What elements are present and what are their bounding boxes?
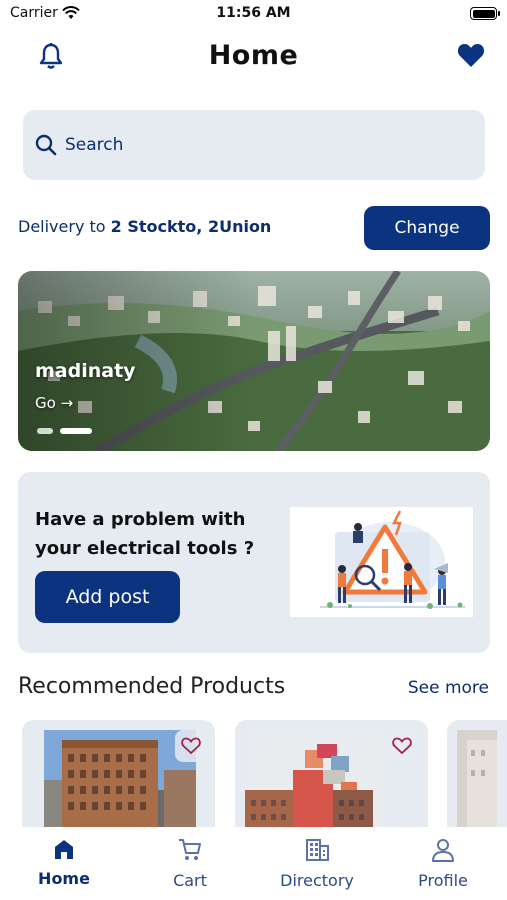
carousel-dot-active[interactable] <box>60 428 92 434</box>
tab-home[interactable]: Home <box>9 837 119 888</box>
banner-title: madinaty <box>35 360 136 382</box>
tab-label: Profile <box>418 871 468 890</box>
heart-outline-icon <box>181 737 201 755</box>
delivery-prefix: Delivery to <box>18 217 106 236</box>
favorite-button[interactable] <box>175 730 207 762</box>
app-header: Home <box>0 30 507 84</box>
battery-icon <box>470 7 500 20</box>
search-icon <box>35 134 57 156</box>
add-post-button[interactable]: Add post <box>35 571 180 623</box>
bottom-tab-bar: Home Cart Directory Profile <box>0 827 507 900</box>
search-input[interactable] <box>65 130 465 160</box>
status-bar: Carrier 11:56 AM <box>0 0 507 28</box>
tab-cart[interactable]: Cart <box>135 837 245 890</box>
problem-card: Have a problem with your electrical tool… <box>18 472 490 653</box>
page-title: Home <box>208 40 299 71</box>
search-bar[interactable] <box>23 110 485 180</box>
delivery-address: 2 Stockto, 2Union <box>110 217 272 236</box>
clock: 11:56 AM <box>216 5 291 21</box>
change-address-button[interactable]: Change <box>364 206 490 250</box>
product-image <box>44 730 196 840</box>
heart-icon[interactable] <box>457 42 485 68</box>
product-image <box>245 730 385 840</box>
building-icon <box>306 839 329 861</box>
product-image <box>457 730 497 840</box>
banner-go-link[interactable]: Go → <box>35 394 73 412</box>
favorite-button[interactable] <box>386 730 418 762</box>
product-card[interactable] <box>22 720 215 840</box>
tab-label: Directory <box>280 871 354 890</box>
carousel-dot[interactable] <box>37 428 53 434</box>
person-icon <box>432 839 454 862</box>
warning-illustration <box>290 507 473 617</box>
tab-directory[interactable]: Directory <box>262 837 372 890</box>
home-icon <box>55 840 73 859</box>
tab-profile[interactable]: Profile <box>388 837 498 890</box>
product-card[interactable] <box>235 720 428 840</box>
section-title-recommended: Recommended Products <box>18 674 286 699</box>
delivery-info: Delivery to 2 Stockto, 2Union <box>18 217 271 236</box>
promo-banner[interactable]: madinaty Go → <box>18 271 490 451</box>
problem-text: Have a problem with your electrical tool… <box>35 509 255 559</box>
cart-icon <box>179 839 201 860</box>
see-more-link[interactable]: See more <box>408 678 489 698</box>
tab-label: Home <box>38 869 90 888</box>
heart-outline-icon <box>392 737 412 755</box>
tab-label: Cart <box>173 871 207 890</box>
product-card[interactable] <box>447 720 507 840</box>
